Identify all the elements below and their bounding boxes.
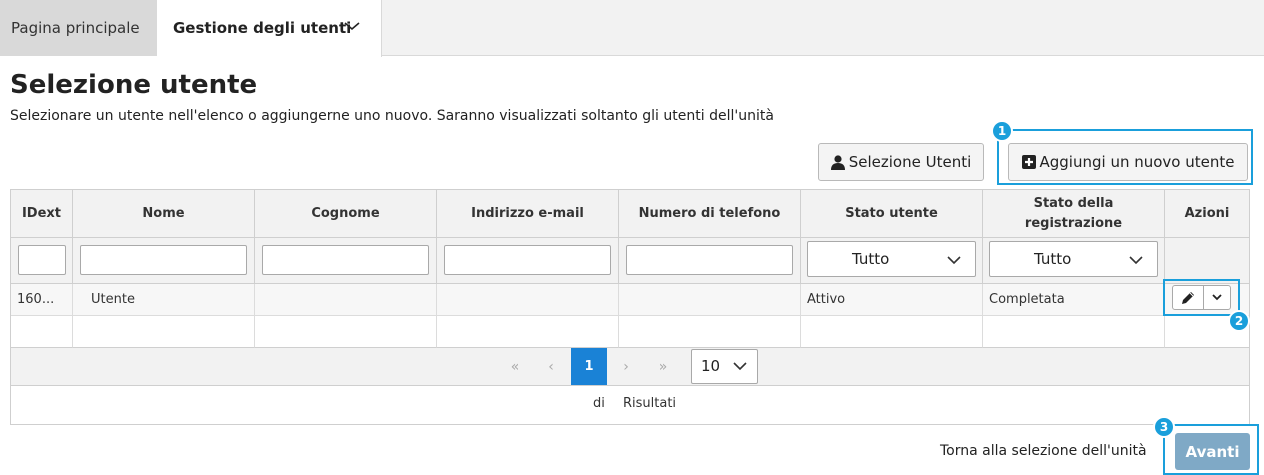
table-cell-name[interactable]: Utente	[73, 284, 255, 316]
column-header-email[interactable]: Indirizzo e-mail	[437, 190, 619, 238]
column-header-registration-status[interactable]: Stato della registrazione	[983, 190, 1165, 238]
chevron-down-icon	[344, 22, 360, 31]
results-label: Risultati	[623, 396, 677, 411]
page-size-select[interactable]: 10	[691, 349, 758, 384]
callout-frame-3	[1163, 424, 1259, 475]
users-table: IDext Nome Cognome Indirizzo e-mail Nume…	[10, 189, 1250, 425]
page-title: Selezione utente	[10, 70, 258, 100]
callout-frame-2	[1163, 279, 1240, 316]
column-header-surname[interactable]: Cognome	[255, 190, 437, 238]
filter-registration-status-select[interactable]: Tutto	[989, 241, 1158, 277]
filter-cell-name	[73, 238, 255, 284]
page-subtitle: Selezionare un utente nell'elenco o aggi…	[10, 108, 774, 124]
chevron-down-icon	[947, 256, 961, 265]
filter-cell-email	[437, 238, 619, 284]
results-of-label: di	[593, 396, 605, 411]
empty-cell	[255, 316, 437, 348]
table-cell-phone[interactable]	[619, 284, 801, 316]
empty-cell	[801, 316, 983, 348]
page-size-value: 10	[701, 357, 721, 375]
filter-cell-actions	[1165, 238, 1249, 284]
select-users-button[interactable]: Selezione Utenti	[818, 143, 984, 181]
filter-user-status-value: Tutto	[852, 250, 890, 268]
column-header-actions: Azioni	[1165, 190, 1249, 238]
filter-surname-input[interactable]	[262, 245, 429, 275]
table-cell-user-status[interactable]: Attivo	[801, 284, 983, 316]
column-header-user-status[interactable]: Stato utente	[801, 190, 983, 238]
empty-cell	[437, 316, 619, 348]
first-page-button[interactable]: «	[497, 348, 533, 385]
empty-cell	[619, 316, 801, 348]
table-cell-idext[interactable]: 160...	[11, 284, 73, 316]
callout-badge-3: 3	[1153, 416, 1175, 438]
empty-cell	[11, 316, 73, 348]
column-header-name[interactable]: Nome	[73, 190, 255, 238]
filter-registration-status-value: Tutto	[1034, 250, 1072, 268]
filter-cell-idext	[11, 238, 73, 284]
filter-cell-phone	[619, 238, 801, 284]
filter-name-input[interactable]	[80, 245, 247, 275]
callout-badge-1: 1	[991, 120, 1013, 142]
chevron-down-icon	[733, 362, 747, 371]
filter-email-input[interactable]	[444, 245, 611, 275]
filter-cell-surname	[255, 238, 437, 284]
filter-cell-registration-status: Tutto	[983, 238, 1165, 284]
column-header-phone[interactable]: Numero di telefono	[619, 190, 801, 238]
table-cell-email[interactable]	[437, 284, 619, 316]
last-page-button[interactable]: »	[645, 348, 681, 385]
pagination-bar: « ‹ 1 › » 10	[11, 348, 1249, 386]
previous-page-button[interactable]: ‹	[533, 348, 569, 385]
tab-user-management[interactable]: Gestione degli utenti	[157, 0, 382, 57]
filter-user-status-select[interactable]: Tutto	[807, 241, 976, 277]
callout-frame-1	[997, 129, 1253, 185]
chevron-down-icon	[1129, 256, 1143, 265]
filter-phone-input[interactable]	[626, 245, 793, 275]
table-cell-surname[interactable]	[255, 284, 437, 316]
empty-cell	[983, 316, 1165, 348]
back-to-unit-selection-link[interactable]: Torna alla selezione dell'unità	[940, 443, 1147, 459]
tab-user-management-label: Gestione degli utenti	[173, 19, 352, 37]
callout-badge-2: 2	[1228, 310, 1250, 332]
table-cell-registration-status[interactable]: Completata	[983, 284, 1165, 316]
filter-cell-user-status: Tutto	[801, 238, 983, 284]
top-navigation: Pagina principale Gestione degli utenti	[0, 0, 1264, 57]
tab-home[interactable]: Pagina principale	[0, 0, 157, 56]
filter-idext-input[interactable]	[18, 245, 66, 275]
user-icon	[830, 154, 845, 170]
empty-cell	[73, 316, 255, 348]
select-users-label: Selezione Utenti	[848, 153, 972, 171]
current-page-button[interactable]: 1	[571, 348, 607, 385]
next-page-button[interactable]: ›	[608, 348, 644, 385]
column-header-idext[interactable]: IDext	[11, 190, 73, 238]
